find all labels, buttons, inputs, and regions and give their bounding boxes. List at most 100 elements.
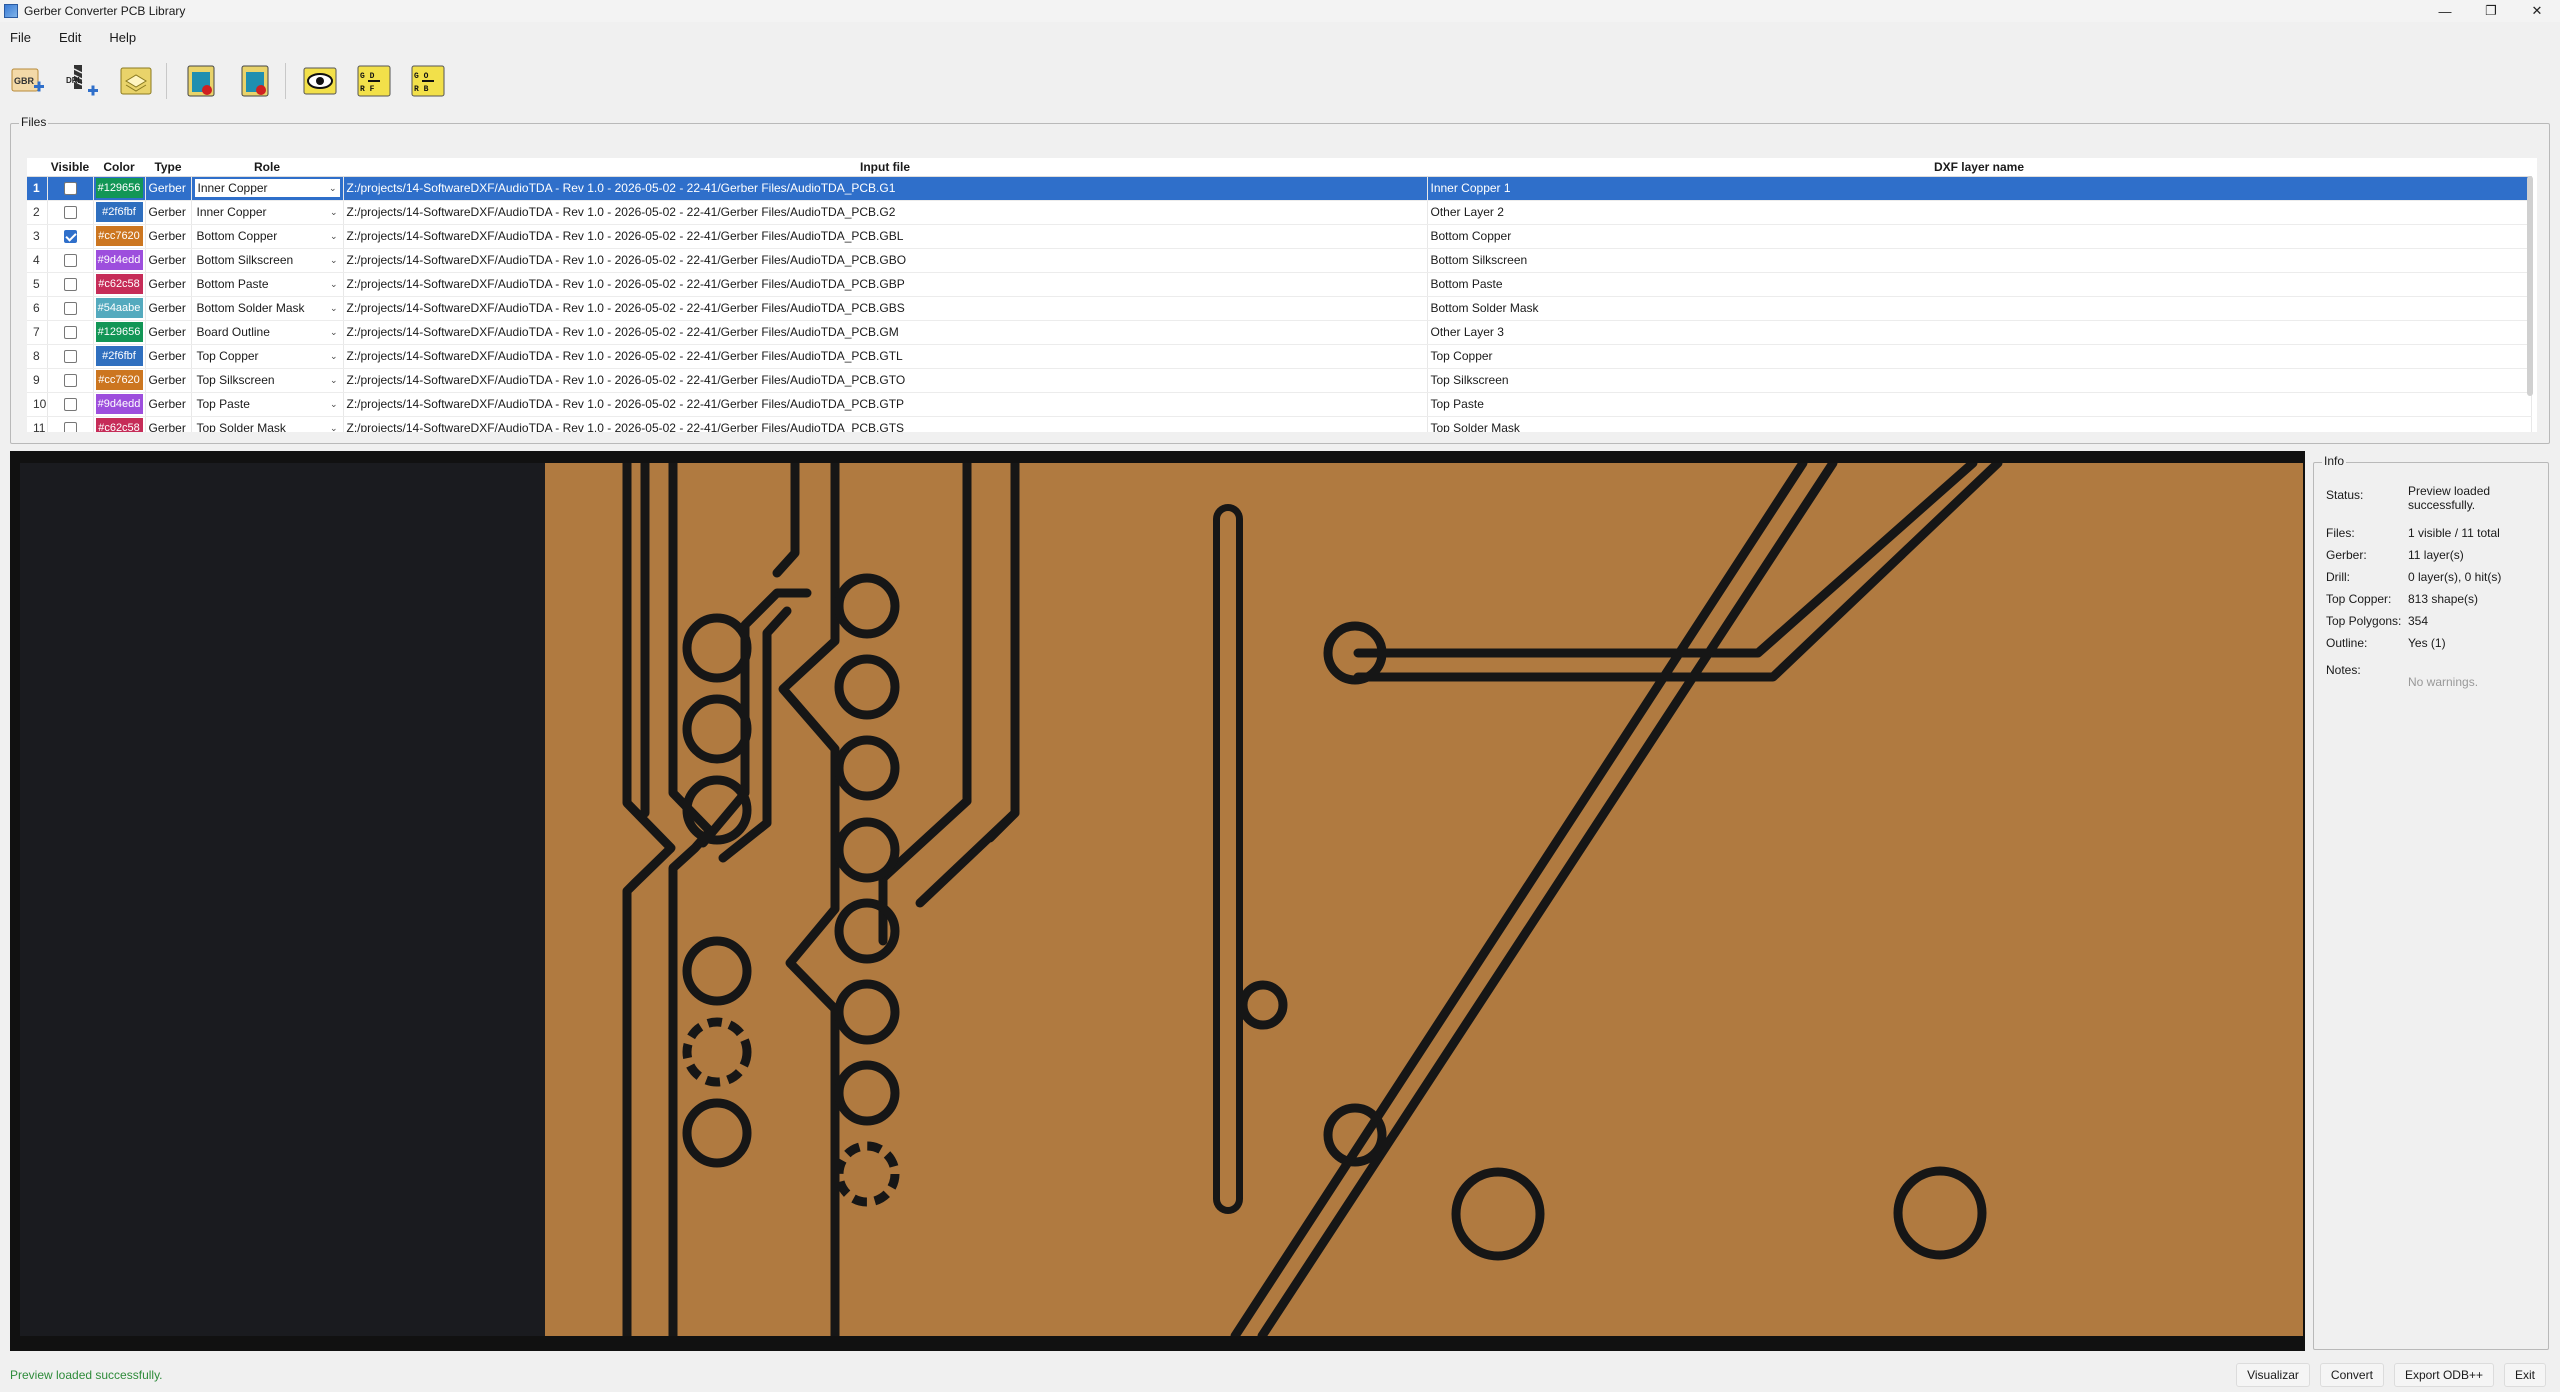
dxf-layer-cell[interactable]: Bottom Copper — [1427, 224, 2532, 249]
row-index: 1 — [27, 176, 48, 201]
visible-checkbox[interactable] — [63, 230, 77, 244]
visualize-button[interactable]: Visualizar — [2236, 1363, 2310, 1387]
role-dropdown[interactable]: Top Paste ⌄ — [194, 394, 341, 414]
dxf-layer-cell[interactable]: Other Layer 3 — [1427, 320, 2532, 345]
color-swatch[interactable]: #2f6fbf — [95, 202, 143, 222]
visible-checkbox[interactable] — [63, 374, 77, 388]
paste-alt-button[interactable] — [235, 61, 275, 101]
table-row[interactable]: 4 #9d4edd Gerber Bottom Silkscreen ⌄ Z:/proje… — [27, 248, 2532, 273]
visible-checkbox[interactable] — [63, 206, 77, 220]
minimize-button[interactable]: — — [2422, 0, 2468, 22]
table-row[interactable]: 7 #129656 Gerber Board Outline ⌄ Z:/projects/… — [27, 320, 2532, 345]
color-swatch[interactable]: #c62c58 — [95, 418, 143, 432]
table-row[interactable]: 8 #2f6fbf Gerber Top Copper ⌄ Z:/projects/14-… — [27, 344, 2532, 369]
convert-odb-button[interactable]: G O R B — [408, 61, 448, 101]
table-row[interactable]: 11 #c62c58 Gerber Top Solder Mask ⌄ Z:/projec… — [27, 416, 2532, 432]
color-swatch[interactable]: #cc7620 — [95, 226, 143, 246]
visible-checkbox[interactable] — [63, 350, 77, 364]
dxf-layer-cell[interactable]: Top Paste — [1427, 392, 2532, 417]
visible-checkbox[interactable] — [63, 182, 77, 196]
color-cell: #2f6fbf — [93, 200, 146, 225]
role-dropdown[interactable]: Inner Copper ⌄ — [194, 202, 341, 222]
color-swatch[interactable]: #cc7620 — [95, 370, 143, 390]
chevron-down-icon: ⌄ — [329, 254, 338, 265]
color-cell: #c62c58 — [93, 416, 146, 432]
add-gerber-button[interactable]: GBR — [8, 61, 48, 101]
col-header-type[interactable]: Type — [145, 158, 191, 177]
table-scrollbar[interactable] — [2527, 176, 2533, 396]
row-index: 9 — [27, 368, 48, 393]
role-dropdown[interactable]: Bottom Copper ⌄ — [194, 226, 341, 246]
table-row[interactable]: 1 #129656 Gerber Inner Copper ⌄ Z:/projects/1… — [27, 176, 2532, 201]
dxf-layer-cell[interactable]: Other Layer 2 — [1427, 200, 2532, 225]
table-row[interactable]: 10 #9d4edd Gerber Top Paste ⌄ Z:/projects/14-… — [27, 392, 2532, 417]
exit-button[interactable]: Exit — [2503, 1363, 2546, 1387]
row-index: 3 — [27, 224, 48, 249]
role-cell: Bottom Silkscreen ⌄ — [191, 248, 344, 273]
visible-checkbox[interactable] — [63, 422, 77, 432]
convert-dxf-button[interactable]: G D R F — [354, 61, 394, 101]
col-header-color[interactable]: Color — [93, 158, 145, 177]
layers-button[interactable] — [116, 61, 156, 101]
convert-button[interactable]: Convert — [2319, 1363, 2384, 1387]
visible-checkbox[interactable] — [63, 302, 77, 316]
role-cell: Top Silkscreen ⌄ — [191, 368, 344, 393]
color-swatch[interactable]: #9d4edd — [95, 250, 143, 270]
menu-edit[interactable]: Edit — [59, 30, 81, 45]
maximize-button[interactable]: ❐ — [2468, 0, 2514, 22]
col-header-visible[interactable]: Visible — [47, 158, 93, 177]
role-dropdown[interactable]: Board Outline ⌄ — [194, 322, 341, 342]
color-swatch[interactable]: #129656 — [95, 178, 143, 198]
table-row[interactable]: 5 #c62c58 Gerber Bottom Paste ⌄ Z:/projects/1… — [27, 272, 2532, 297]
table-row[interactable]: 6 #54aabe Gerber Bottom Solder Mask ⌄ Z:/proj… — [27, 296, 2532, 321]
dxf-layer-cell[interactable]: Top Silkscreen — [1427, 368, 2532, 393]
table-row[interactable]: 9 #cc7620 Gerber Top Silkscreen ⌄ Z:/projects… — [27, 368, 2532, 393]
role-dropdown[interactable]: Bottom Solder Mask ⌄ — [194, 298, 341, 318]
dxf-layer-cell[interactable]: Bottom Solder Mask — [1427, 296, 2532, 321]
chevron-down-icon: ⌄ — [328, 182, 337, 193]
visible-checkbox[interactable] — [63, 326, 77, 340]
col-header-role[interactable]: Role — [191, 158, 343, 177]
pcb-preview[interactable] — [10, 451, 2305, 1351]
info-files-value: 1 visible / 11 total — [2408, 526, 2500, 540]
type-cell: Gerber — [145, 176, 192, 201]
role-dropdown[interactable]: Top Copper ⌄ — [194, 346, 341, 366]
visible-checkbox[interactable] — [63, 254, 77, 268]
dxf-layer-cell[interactable]: Bottom Silkscreen — [1427, 248, 2532, 273]
input-file-cell: Z:/projects/14-SoftwareDXF/AudioTDA - Re… — [343, 272, 1428, 297]
dxf-layer-cell[interactable]: Top Copper — [1427, 344, 2532, 369]
dxf-layer-cell[interactable]: Top Solder Mask — [1427, 416, 2532, 432]
visible-cell — [47, 176, 94, 201]
paste-button[interactable] — [181, 61, 221, 101]
role-value: Bottom Solder Mask — [196, 301, 305, 315]
table-row[interactable]: 3 #cc7620 Gerber Bottom Copper ⌄ Z:/projects/… — [27, 224, 2532, 249]
export-odb-button[interactable]: Export ODB++ — [2393, 1363, 2494, 1387]
visible-checkbox[interactable] — [63, 278, 77, 292]
table-row[interactable]: 2 #2f6fbf Gerber Inner Copper ⌄ Z:/projects/1… — [27, 200, 2532, 225]
color-swatch[interactable]: #9d4edd — [95, 394, 143, 414]
dxf-layer-cell[interactable]: Bottom Paste — [1427, 272, 2532, 297]
add-drill-button[interactable]: DRL — [62, 61, 102, 101]
close-button[interactable]: ✕ — [2514, 0, 2560, 22]
svg-text:R B: R B — [414, 85, 429, 94]
color-cell: #9d4edd — [93, 392, 146, 417]
menu-file[interactable]: File — [10, 30, 31, 45]
type-cell: Gerber — [145, 416, 192, 432]
visible-checkbox[interactable] — [63, 398, 77, 412]
chevron-down-icon: ⌄ — [329, 278, 338, 289]
color-swatch[interactable]: #54aabe — [95, 298, 143, 318]
role-dropdown[interactable]: Top Solder Mask ⌄ — [194, 418, 341, 432]
preview-button[interactable] — [300, 61, 340, 101]
role-dropdown[interactable]: Inner Copper ⌄ — [193, 178, 341, 198]
color-swatch[interactable]: #c62c58 — [95, 274, 143, 294]
color-swatch[interactable]: #2f6fbf — [95, 346, 143, 366]
dxf-layer-cell[interactable]: Inner Copper 1 — [1427, 176, 2532, 201]
role-dropdown[interactable]: Bottom Silkscreen ⌄ — [194, 250, 341, 270]
role-dropdown[interactable]: Bottom Paste ⌄ — [194, 274, 341, 294]
role-dropdown[interactable]: Top Silkscreen ⌄ — [194, 370, 341, 390]
col-header-dxf-layer[interactable]: DXF layer name — [1427, 158, 2531, 177]
color-swatch[interactable]: #129656 — [95, 322, 143, 342]
chevron-down-icon: ⌄ — [329, 206, 338, 217]
menu-help[interactable]: Help — [109, 30, 136, 45]
col-header-input-file[interactable]: Input file — [343, 158, 1427, 177]
